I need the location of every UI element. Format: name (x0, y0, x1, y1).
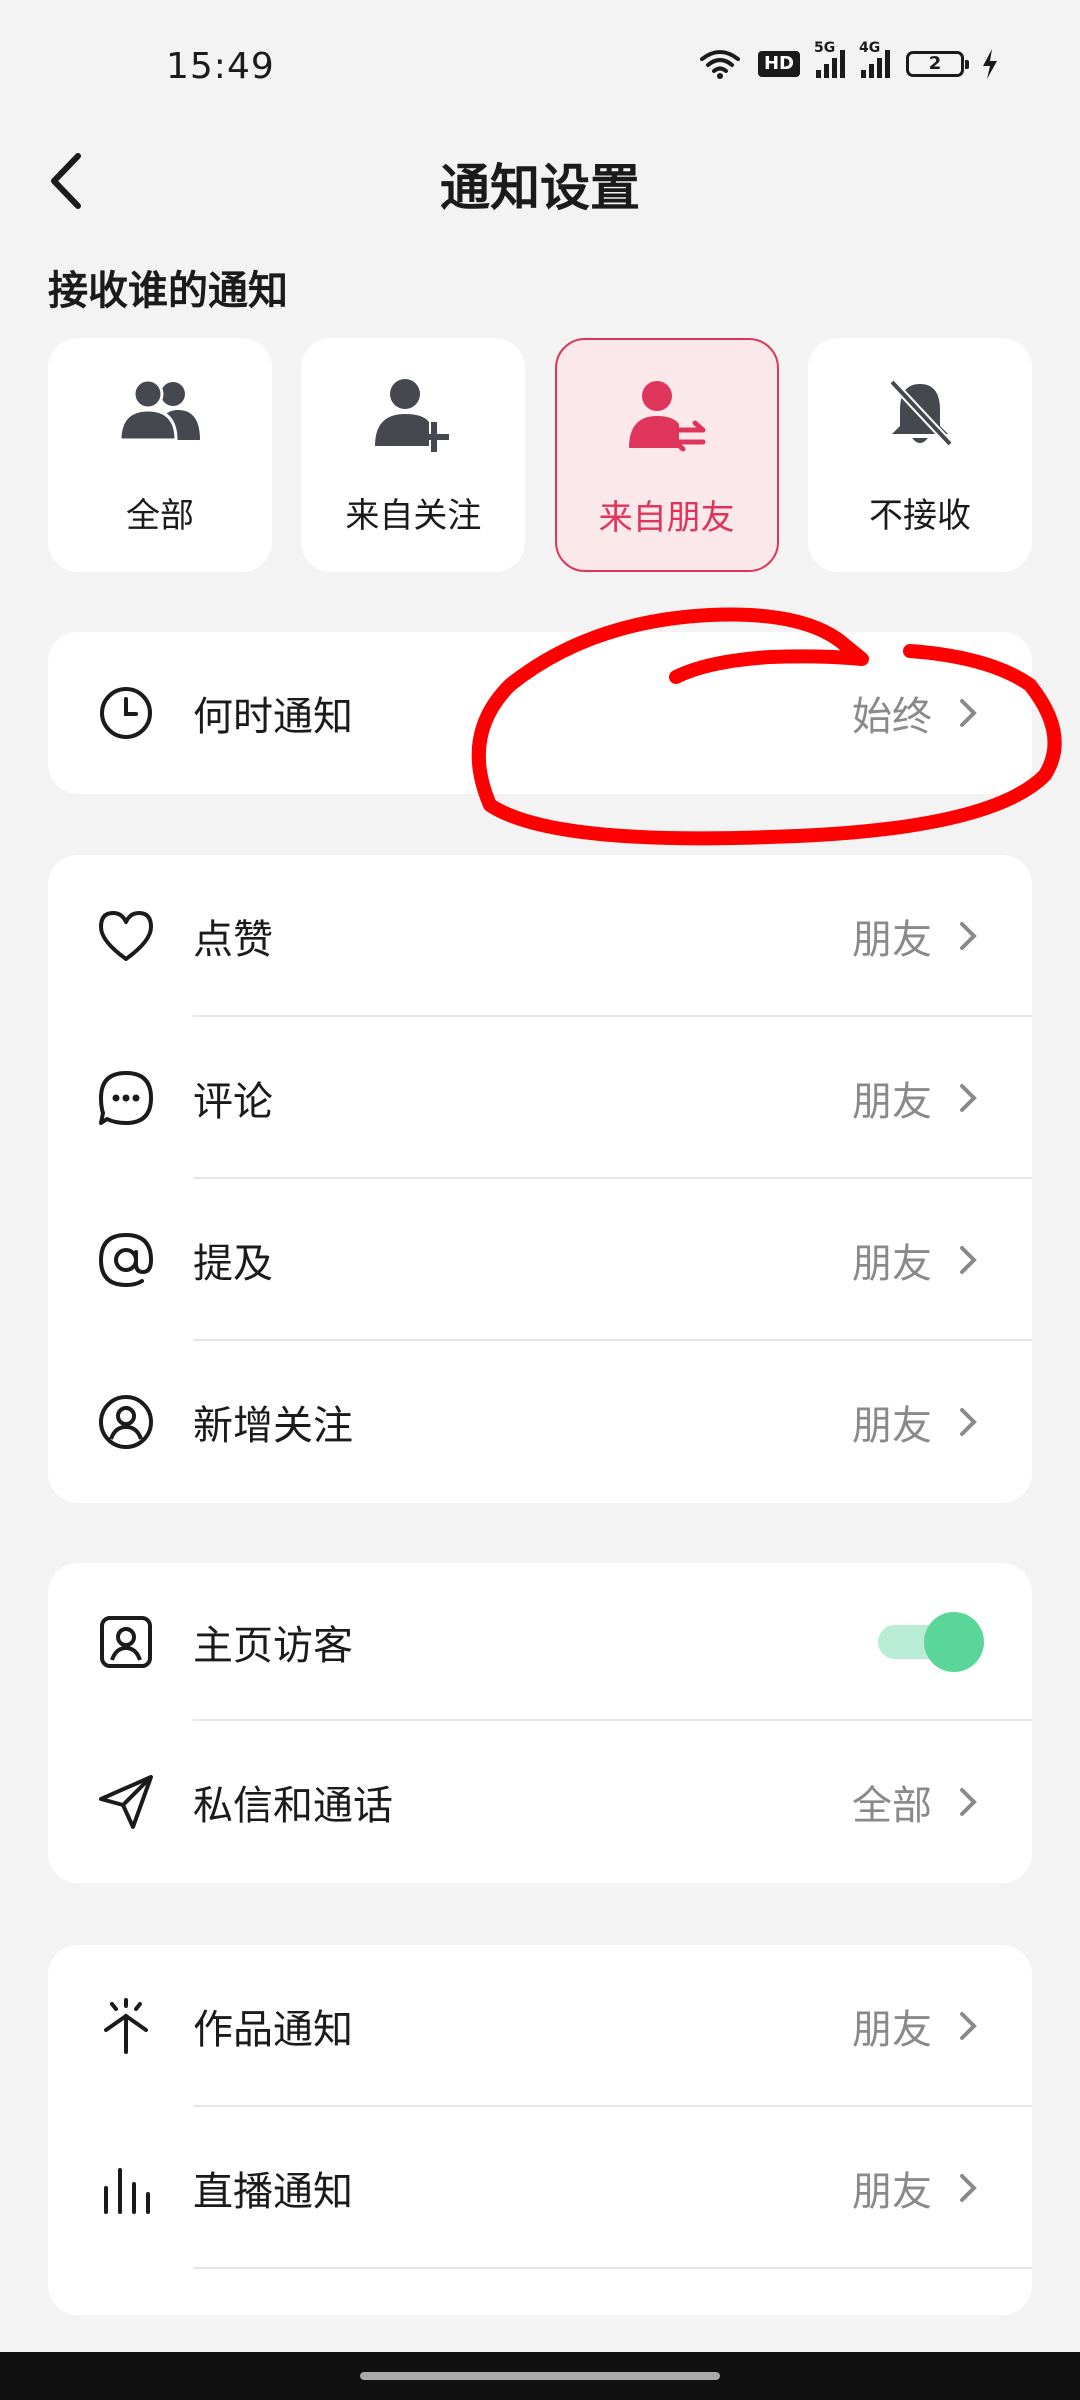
status-icons: HD 5G 4G 2 (698, 40, 1000, 84)
row-comments[interactable]: 评论 朋友 (48, 1017, 1032, 1179)
send-icon (96, 1772, 156, 1832)
status-bar: 15:49 HD 5G 4G 2 (0, 0, 1080, 130)
battery-icon: 2 (906, 51, 969, 77)
status-time: 15:49 (166, 46, 275, 87)
user-circle-icon (96, 1392, 156, 1452)
sparkle-icon (96, 1996, 156, 2056)
row-label: 主页访客 (193, 1623, 353, 1669)
option-none[interactable]: 不接收 (807, 338, 1032, 572)
live-bars-icon (96, 2158, 156, 2218)
row-label: 点赞 (193, 917, 273, 963)
interaction-card: 点赞 朋友 评论 朋友 提及 朋友 新增关注 朋友 (48, 855, 1032, 1503)
hd-icon: HD (757, 51, 800, 77)
row-value: 朋友 (852, 1241, 932, 1287)
signal-4g-icon: 4G (859, 40, 890, 78)
row-messages-calls[interactable]: 私信和通话 全部 (48, 1721, 1032, 1883)
row-value: 朋友 (852, 917, 932, 963)
content-card: 作品通知 朋友 直播通知 朋友 (48, 1945, 1032, 2315)
user-add-icon (375, 379, 450, 452)
row-profile-visitors: 主页访客 (48, 1563, 1032, 1721)
option-label: 来自关注 (345, 496, 482, 536)
row-when-notify[interactable]: 何时通知 始终 (48, 632, 1032, 794)
at-icon (96, 1230, 156, 1290)
page-title: 通知设置 (440, 159, 640, 217)
option-label: 全部 (126, 496, 194, 536)
chevron-right-icon (960, 699, 977, 727)
row-label: 何时通知 (193, 694, 353, 740)
header: 通知设置 (0, 140, 1080, 220)
row-value: 朋友 (852, 2007, 932, 2053)
row-label: 新增关注 (193, 1403, 353, 1449)
clock-icon (96, 683, 156, 743)
row-label: 提及 (193, 1241, 273, 1287)
signal-5g-icon: 5G (814, 40, 845, 78)
option-label: 来自朋友 (598, 498, 735, 538)
row-label: 私信和通话 (193, 1783, 393, 1829)
home-indicator[interactable] (360, 2372, 720, 2380)
chevron-right-icon (960, 1084, 977, 1112)
user-swap-icon (628, 381, 706, 452)
row-likes[interactable]: 点赞 朋友 (48, 855, 1032, 1017)
heart-icon (96, 906, 156, 966)
row-value: 朋友 (852, 1403, 932, 1449)
option-following[interactable]: 来自关注 (301, 338, 526, 572)
divider (193, 2267, 1032, 2269)
row-value: 全部 (852, 1783, 932, 1829)
when-card: 何时通知 始终 (48, 632, 1032, 794)
option-all[interactable]: 全部 (48, 338, 272, 572)
profile-card-icon (96, 1612, 156, 1672)
system-nav-bar (0, 2352, 1080, 2400)
row-mentions[interactable]: 提及 朋友 (48, 1179, 1032, 1341)
row-label: 评论 (193, 1079, 273, 1125)
chevron-right-icon (960, 1788, 977, 1816)
visitor-card: 主页访客 私信和通话 全部 (48, 1563, 1032, 1883)
option-friends[interactable]: 来自朋友 (554, 338, 779, 572)
wifi-icon (699, 50, 740, 79)
group-icon (118, 378, 200, 442)
row-value: 朋友 (852, 2169, 932, 2215)
row-works-notify[interactable]: 作品通知 朋友 (48, 1945, 1032, 2107)
comment-icon (96, 1068, 156, 1128)
row-value: 朋友 (852, 1079, 932, 1125)
chevron-right-icon (960, 1408, 977, 1436)
chevron-right-icon (960, 922, 977, 950)
chevron-right-icon (960, 2012, 977, 2040)
receive-section-label: 接收谁的通知 (48, 268, 288, 314)
row-live-notify[interactable]: 直播通知 朋友 (48, 2107, 1032, 2269)
row-label: 直播通知 (193, 2169, 353, 2215)
visitors-toggle[interactable] (874, 1612, 984, 1672)
receive-options: 全部 来自关注 来自朋友 不接收 (48, 338, 1032, 574)
bell-off-icon (889, 379, 953, 447)
option-label: 不接收 (868, 496, 971, 536)
charging-icon (983, 49, 997, 79)
chevron-right-icon (960, 2174, 977, 2202)
row-new-followers[interactable]: 新增关注 朋友 (48, 1341, 1032, 1503)
row-label: 作品通知 (193, 2007, 353, 2053)
chevron-right-icon (960, 1246, 977, 1274)
row-value: 始终 (852, 694, 932, 740)
